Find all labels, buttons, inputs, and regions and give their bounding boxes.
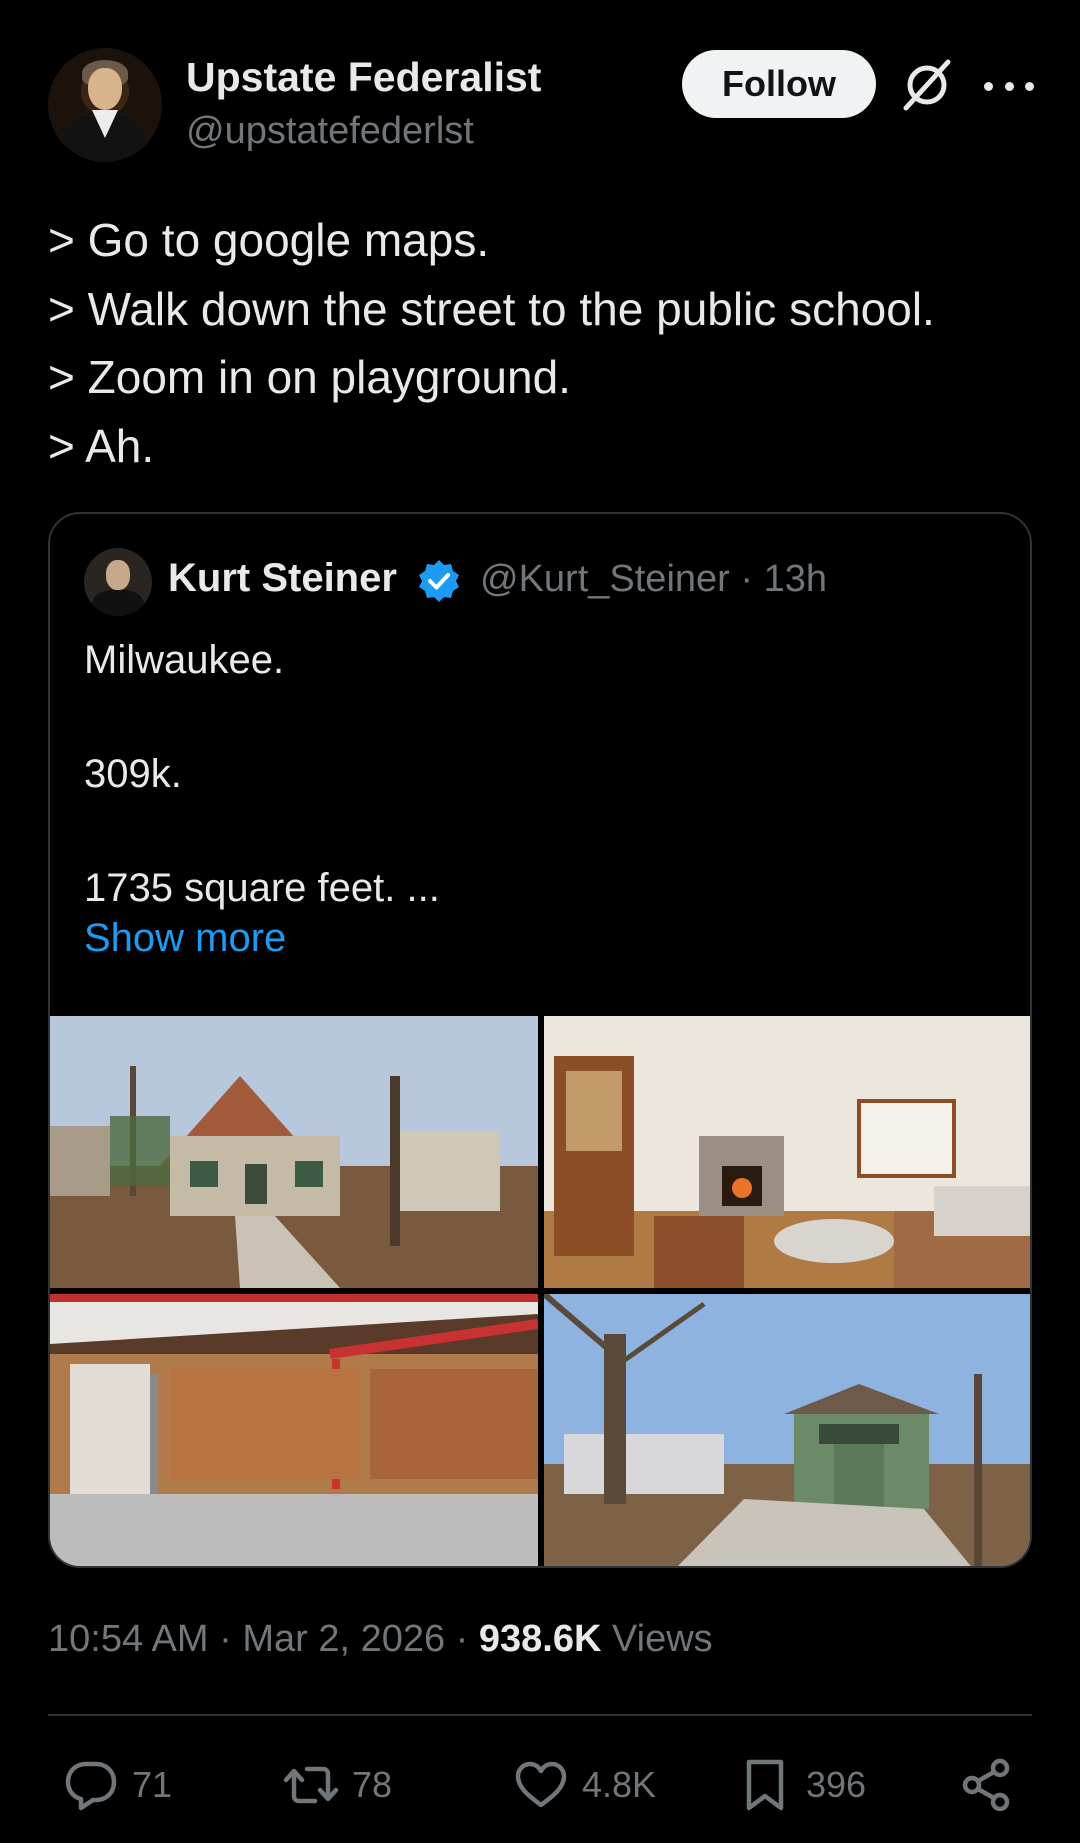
like-icon <box>515 1761 567 1808</box>
media-grid <box>50 1016 1030 1566</box>
quoted-line <box>84 689 440 746</box>
repost-icon <box>283 1766 339 1804</box>
post-line: > Walk down the street to the public sch… <box>48 282 935 335</box>
quoted-line: 309k. <box>84 752 182 796</box>
reply-icon <box>65 1761 117 1811</box>
quoted-post[interactable]: Kurt Steiner @Kurt_Steiner · 13h Milwauk… <box>48 512 1032 1568</box>
views-count: 938.6K <box>478 1618 602 1660</box>
bookmark-button[interactable]: 396 <box>736 1750 866 1820</box>
more-icon[interactable] <box>984 66 1034 106</box>
repost-button[interactable]: 78 <box>282 1750 392 1820</box>
views-label: Views <box>601 1618 713 1660</box>
reply-count: 71 <box>132 1764 173 1805</box>
author-handle[interactable]: @upstatefederlst <box>186 110 474 153</box>
quoted-line: 1735 square feet. ... <box>84 866 440 910</box>
photo-backyard-garage[interactable] <box>544 1294 1030 1566</box>
post-line: > Zoom in on playground. <box>48 351 571 403</box>
quoted-text: Milwaukee. 309k. 1735 square feet. ... <box>84 632 440 917</box>
post-header: Upstate Federalist @upstatefederlst Foll… <box>48 48 1038 164</box>
quoted-line <box>84 803 440 860</box>
like-button[interactable]: 4.8K <box>512 1750 656 1820</box>
share-button[interactable] <box>958 1750 1016 1820</box>
divider <box>48 1714 1032 1716</box>
post-line: > Ah. <box>48 419 155 472</box>
action-bar: 71 78 4.8K 396 <box>0 1750 1080 1820</box>
follow-button[interactable]: Follow <box>682 50 876 118</box>
share-icon <box>962 1758 1010 1812</box>
reply-button[interactable]: 71 <box>62 1750 172 1820</box>
author-display-name[interactable]: Upstate Federalist <box>186 54 541 101</box>
bookmark-icon <box>746 1759 784 1811</box>
post-timestamp[interactable]: 10:54 AM · Mar 2, 2026 · <box>48 1618 479 1660</box>
quoted-author-avatar[interactable] <box>84 548 152 616</box>
repost-count: 78 <box>352 1764 393 1805</box>
photo-living-room[interactable] <box>544 1016 1030 1288</box>
photo-house-exterior[interactable] <box>50 1016 538 1288</box>
like-count: 4.8K <box>582 1764 657 1805</box>
verified-icon <box>416 558 462 604</box>
post-text: > Go to google maps. > Walk down the str… <box>48 206 1038 480</box>
quoted-author-handle-time: @Kurt_Steiner · 13h <box>480 558 827 600</box>
grok-icon[interactable] <box>900 58 954 112</box>
post-meta: 10:54 AM · Mar 2, 2026 · 938.6K Views <box>48 1618 713 1661</box>
show-more-link[interactable]: Show more <box>84 916 286 961</box>
bookmark-count: 396 <box>806 1764 867 1805</box>
post-line: > Go to google maps. <box>48 214 490 266</box>
author-avatar[interactable] <box>48 48 162 162</box>
quoted-author-name: Kurt Steiner <box>168 556 397 600</box>
quoted-line: Milwaukee. <box>84 638 285 682</box>
photo-basement[interactable] <box>50 1294 538 1566</box>
